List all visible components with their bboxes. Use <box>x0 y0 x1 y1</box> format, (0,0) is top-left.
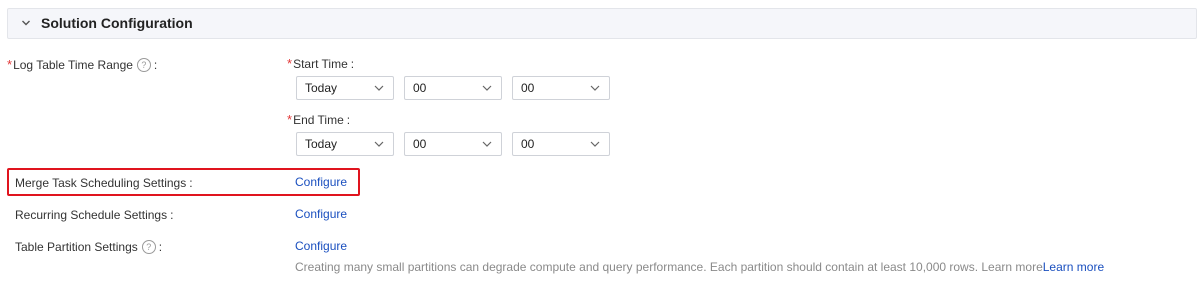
merge-task-configure-link[interactable]: Configure <box>295 175 347 189</box>
required-mark: * <box>7 57 13 72</box>
recurring-schedule-configure-link[interactable]: Configure <box>295 207 347 221</box>
required-mark: * <box>287 112 293 127</box>
end-time-label: * End Time : <box>287 112 350 127</box>
question-circle-icon[interactable]: ? <box>136 57 151 72</box>
recurring-schedule-text: Recurring Schedule Settings <box>15 208 168 222</box>
start-time-text: Start Time <box>293 56 348 71</box>
end-minute-select[interactable]: 00 <box>512 132 610 156</box>
merge-task-label: Merge Task Scheduling Settings : <box>15 176 193 190</box>
recurring-schedule-label: Recurring Schedule Settings : <box>15 208 173 222</box>
question-circle-icon[interactable]: ? <box>141 240 156 254</box>
start-minute-select[interactable]: 00 <box>512 76 610 100</box>
chevron-down-icon <box>482 141 492 147</box>
chevron-down-icon <box>482 85 492 91</box>
merge-task-text: Merge Task Scheduling Settings <box>15 176 187 190</box>
chevron-down-icon <box>374 85 384 91</box>
chevron-down-icon[interactable] <box>21 18 31 28</box>
end-time-text: End Time <box>293 112 344 127</box>
log-table-time-range-text: Log Table Time Range <box>13 57 133 72</box>
end-day-select[interactable]: Today <box>296 132 394 156</box>
end-hour-select[interactable]: 00 <box>404 132 502 156</box>
end-day-value: Today <box>305 137 338 151</box>
hint-text: Creating many small partitions can degra… <box>295 260 1043 274</box>
start-day-select[interactable]: Today <box>296 76 394 100</box>
log-table-time-range-label: * Log Table Time Range ? : <box>7 57 157 72</box>
section-header[interactable]: Solution Configuration <box>7 8 1197 39</box>
colon: : <box>170 208 174 222</box>
start-hour-select[interactable]: 00 <box>404 76 502 100</box>
table-partition-hint: Creating many small partitions can degra… <box>295 260 1104 274</box>
table-partition-label: Table Partition Settings ? : <box>15 240 162 254</box>
chevron-down-icon <box>590 85 600 91</box>
colon: : <box>350 56 355 71</box>
start-time-label: * Start Time : <box>287 56 354 71</box>
colon: : <box>153 57 158 72</box>
colon: : <box>158 240 163 254</box>
learn-more-link[interactable]: Learn more <box>1043 260 1104 274</box>
table-partition-text: Table Partition Settings <box>15 240 138 254</box>
chevron-down-icon <box>374 141 384 147</box>
start-day-value: Today <box>305 81 338 95</box>
end-hour-value: 00 <box>413 137 427 151</box>
table-partition-configure-link[interactable]: Configure <box>295 239 347 253</box>
required-mark: * <box>287 56 293 71</box>
chevron-down-icon <box>590 141 600 147</box>
start-minute-value: 00 <box>521 81 535 95</box>
end-minute-value: 00 <box>521 137 535 151</box>
colon: : <box>346 112 351 127</box>
start-hour-value: 00 <box>413 81 427 95</box>
section-title: Solution Configuration <box>41 15 193 31</box>
colon: : <box>189 176 193 190</box>
